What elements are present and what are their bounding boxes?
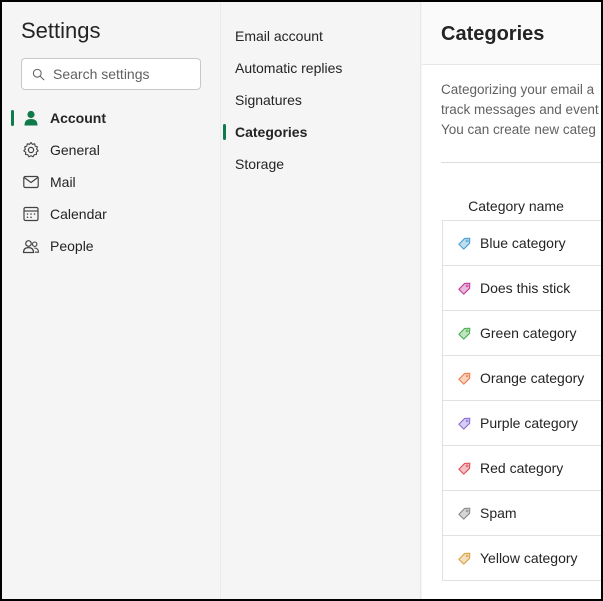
category-row[interactable]: Yellow category bbox=[443, 536, 601, 581]
description-line: You can create new categ bbox=[441, 122, 596, 137]
nav-item-label: Account bbox=[50, 110, 106, 126]
tag-icon bbox=[458, 417, 471, 430]
people-icon bbox=[22, 237, 40, 255]
category-list: Blue category Does this stick Green catego… bbox=[442, 220, 601, 581]
search-input[interactable] bbox=[53, 66, 193, 82]
category-label: Does this stick bbox=[480, 280, 571, 296]
nav-item-mail[interactable]: Mail bbox=[2, 166, 221, 198]
divider bbox=[441, 162, 601, 163]
category-row[interactable]: Does this stick bbox=[443, 266, 601, 311]
nav-item-label: Calendar bbox=[50, 206, 107, 222]
calendar-icon bbox=[22, 205, 40, 223]
category-row[interactable]: Purple category bbox=[443, 401, 601, 446]
nav-item-label: People bbox=[50, 238, 94, 254]
category-row[interactable]: Spam bbox=[443, 491, 601, 536]
person-icon bbox=[22, 109, 40, 127]
column-header-category-name: Category name bbox=[468, 198, 564, 214]
tag-icon bbox=[458, 462, 471, 475]
tag-icon bbox=[458, 327, 471, 340]
tag-icon bbox=[458, 552, 471, 565]
category-row[interactable]: Orange category bbox=[443, 356, 601, 401]
nav-item-people[interactable]: People bbox=[2, 230, 221, 262]
nav-item-calendar[interactable]: Calendar bbox=[2, 198, 221, 230]
search-box[interactable] bbox=[21, 58, 201, 90]
account-subnav: Email account Automatic replies Signatur… bbox=[222, 20, 421, 180]
tag-icon bbox=[458, 507, 471, 520]
account-subnav-pane: Email account Automatic replies Signatur… bbox=[222, 2, 421, 599]
subnav-item-automatic-replies[interactable]: Automatic replies bbox=[222, 52, 421, 84]
nav-item-label: General bbox=[50, 142, 100, 158]
page-title: Categories bbox=[441, 23, 545, 45]
nav-item-general[interactable]: General bbox=[2, 134, 221, 166]
category-row[interactable]: Red category bbox=[443, 446, 601, 491]
category-label: Red category bbox=[480, 460, 564, 476]
tag-icon bbox=[458, 282, 471, 295]
gear-icon bbox=[22, 141, 40, 159]
search-icon bbox=[32, 68, 45, 80]
categories-description: Categorizing your email a track messages… bbox=[441, 80, 601, 140]
description-line: Categorizing your email a bbox=[441, 82, 595, 97]
tag-icon bbox=[458, 237, 471, 250]
category-label: Yellow category bbox=[480, 550, 578, 566]
categories-panel: Categories Categorizing your email a tra… bbox=[422, 2, 601, 599]
nav-item-account[interactable]: Account bbox=[2, 102, 221, 134]
mail-icon bbox=[22, 173, 40, 191]
subnav-item-storage[interactable]: Storage bbox=[222, 148, 421, 180]
subnav-item-email-account[interactable]: Email account bbox=[222, 20, 421, 52]
category-label: Green category bbox=[480, 325, 577, 341]
subnav-item-signatures[interactable]: Signatures bbox=[222, 84, 421, 116]
nav-item-label: Mail bbox=[50, 174, 76, 190]
settings-sidebar: Settings Account bbox=[2, 2, 221, 599]
tag-icon bbox=[458, 372, 471, 385]
category-label: Purple category bbox=[480, 415, 579, 431]
category-label: Spam bbox=[480, 505, 517, 521]
settings-window: Settings Account bbox=[2, 2, 601, 599]
category-label: Blue category bbox=[480, 235, 566, 251]
description-line: track messages and event bbox=[441, 102, 599, 117]
settings-nav: Account General Mail Calendar People bbox=[2, 102, 221, 262]
subnav-item-categories[interactable]: Categories bbox=[222, 116, 421, 148]
category-label: Orange category bbox=[480, 370, 585, 386]
settings-title: Settings bbox=[21, 18, 101, 43]
panel-header: Categories bbox=[422, 2, 601, 65]
category-row[interactable]: Green category bbox=[443, 311, 601, 356]
category-row[interactable]: Blue category bbox=[443, 221, 601, 266]
